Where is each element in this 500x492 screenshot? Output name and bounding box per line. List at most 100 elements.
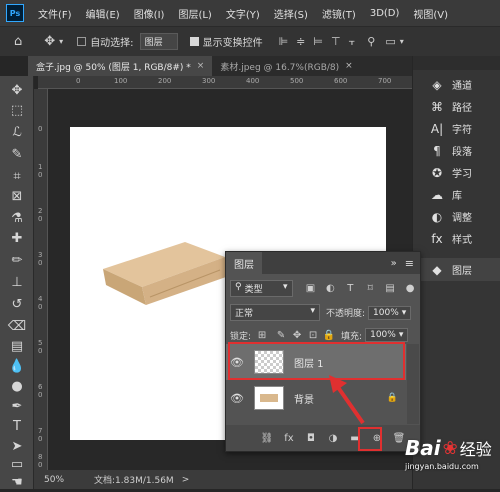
type-filter-icon[interactable]: T [340, 283, 360, 294]
align-top-icon[interactable]: ⊤ [331, 35, 341, 48]
menu-3d[interactable]: 3D(D) [370, 8, 400, 19]
blur-tool-icon[interactable]: 💧 [5, 356, 29, 376]
lock-artboard-icon[interactable]: ⊡ [305, 330, 321, 341]
auto-select-dropdown[interactable]: 图层 [139, 33, 178, 50]
panel-item-styles[interactable]: fx 样式 [413, 227, 500, 250]
menu-image[interactable]: 图像(I) [134, 6, 165, 21]
ruler-label: 700 [378, 77, 392, 85]
align-middle-icon[interactable]: ⫟ [349, 35, 356, 49]
menu-layer[interactable]: 图层(L) [178, 6, 211, 21]
menu-type[interactable]: 文字(Y) [226, 6, 260, 21]
brush-tool-icon[interactable]: ✏ [5, 250, 29, 270]
align-left-icon[interactable]: ⊫ [279, 35, 289, 48]
menu-filter[interactable]: 滤镜(T) [322, 6, 356, 21]
gradient-tool-icon[interactable]: ▤ [5, 336, 29, 356]
shape-tool-icon[interactable]: ▭ [5, 454, 29, 474]
lock-pixels-icon[interactable]: ✎ [273, 330, 289, 341]
panel-item-learn[interactable]: ✪ 学习 [413, 161, 500, 184]
close-icon[interactable]: × [345, 61, 353, 71]
tab-layers[interactable]: 图层 [226, 252, 262, 274]
panel-item-layers[interactable]: ◆ 图层 [413, 258, 500, 281]
eraser-tool-icon[interactable]: ⌫ [5, 316, 29, 336]
tab-box-jpg[interactable]: 盒子.jpg @ 50% (图层 1, RGB/8#) * × [28, 56, 213, 76]
panel-item-label: 样式 [452, 235, 472, 246]
frame-tool-icon[interactable]: ⊠ [5, 186, 29, 206]
move-tool-icon[interactable]: ✥ [5, 80, 29, 100]
adjustment-icon[interactable]: ◑ [322, 433, 344, 444]
align-center-icon[interactable]: ≑ [296, 35, 305, 48]
layers-icon: ◆ [432, 262, 442, 277]
lock-label: 锁定: [230, 331, 252, 342]
fill-field[interactable]: 100% ▾ [365, 328, 409, 342]
move-tool-icon[interactable]: ✥ [44, 34, 55, 49]
horizontal-ruler: 0 100 200 300 400 500 600 700 [38, 76, 412, 89]
dodge-tool-icon[interactable]: ● [5, 376, 29, 396]
panel-item-paths[interactable]: ⌘ 路径 [413, 95, 500, 118]
workspace-icon[interactable]: ▭ [385, 35, 395, 48]
lasso-tool-icon[interactable]: ℒ [5, 122, 29, 142]
smart-object-filter-icon[interactable]: ▤ [380, 283, 400, 294]
menu-edit[interactable]: 编辑(E) [86, 6, 120, 21]
menu-view[interactable]: 视图(V) [413, 6, 448, 21]
panel-collapse-bar[interactable] [413, 56, 500, 70]
kind-filter-dropdown[interactable]: ⚲ 类型 ▾ [230, 280, 293, 297]
history-brush-icon[interactable]: ↺ [5, 294, 29, 314]
panel-item-channels[interactable]: ◈ 通道 [413, 73, 500, 96]
home-icon[interactable]: ⌂ [14, 34, 22, 49]
layer-name[interactable]: 背景 [294, 391, 314, 406]
eyedropper-tool-icon[interactable]: ⚗ [5, 208, 29, 228]
tab-material-jpeg[interactable]: 素材.jpeg @ 16.7%(RGB/8) × [212, 56, 361, 76]
ruler-label: 0 [38, 125, 43, 133]
auto-select-checkbox[interactable]: 自动选择: [77, 34, 134, 49]
lock-transparent-icon[interactable]: ⊞ [251, 330, 273, 341]
show-transform-checkbox[interactable]: 显示变换控件 [189, 34, 263, 49]
visibility-eye-icon[interactable]: 👁 [226, 392, 248, 405]
right-panel-dock: ◈ 通道 ⌘ 路径 A| 字符 ¶ 段落 ✪ 学习 ☁ 库 ◐ 调整 fx 样式 ◆ 图层 [412, 56, 500, 489]
ruler-label: 5 [38, 339, 43, 347]
kind-filter-label: 类型 [244, 285, 263, 295]
menu-file[interactable]: 文件(F) [38, 6, 72, 21]
menu-select[interactable]: 选择(S) [274, 6, 308, 21]
opacity-value: 100% [373, 307, 399, 318]
crop-tool-icon[interactable]: ⌗ [5, 166, 29, 186]
shape-filter-icon[interactable]: ⌑ [360, 283, 380, 294]
workspace-chevron-icon[interactable]: ▾ [400, 37, 404, 46]
panel-menu-icon[interactable]: ≡ [405, 257, 414, 270]
panel-item-paragraph[interactable]: ¶ 段落 [413, 139, 500, 162]
blend-mode-dropdown[interactable]: 正常 ▾ [230, 304, 320, 321]
lock-position-icon[interactable]: ✥ [289, 330, 305, 341]
stamp-tool-icon[interactable]: ⊥ [5, 272, 29, 292]
healing-brush-icon[interactable]: ✚ [5, 228, 29, 248]
link-icon[interactable]: ⛓ [256, 433, 278, 444]
annotation-arrow [329, 375, 365, 425]
search-icon[interactable]: ⚲ [367, 35, 375, 48]
panel-item-character[interactable]: A| 字符 [413, 117, 500, 140]
status-menu-arrow[interactable]: > [182, 475, 190, 485]
lock-all-icon[interactable]: 🔒 [321, 330, 337, 341]
chevron-down-icon: ▾ [310, 306, 315, 316]
filter-toggle-icon[interactable]: ● [400, 283, 420, 294]
panel-item-adjustments[interactable]: ◐ 调整 [413, 205, 500, 228]
close-icon[interactable]: × [197, 61, 205, 71]
type-tool-icon[interactable]: T [5, 416, 29, 436]
layers-scrollbar[interactable] [407, 344, 419, 424]
hand-tool-icon[interactable]: ☚ [5, 472, 29, 492]
fx-icon[interactable]: fx [278, 433, 300, 444]
chevron-down-icon[interactable]: ▾ [59, 37, 63, 46]
adjustment-filter-icon[interactable]: ◐ [320, 283, 340, 294]
align-right-icon[interactable]: ⊨ [313, 35, 323, 48]
panel-item-label: 路径 [452, 103, 472, 114]
path-select-icon[interactable]: ➤ [5, 436, 29, 456]
layer-row-background[interactable]: 👁 背景 🔒 [226, 380, 406, 416]
panel-item-libraries[interactable]: ☁ 库 [413, 183, 500, 206]
quick-select-tool-icon[interactable]: ✎ [5, 144, 29, 164]
mask-icon[interactable]: ◘ [300, 433, 322, 444]
opacity-field[interactable]: 100% ▾ [368, 305, 412, 320]
zoom-level[interactable]: 50% [44, 475, 64, 485]
pen-tool-icon[interactable]: ✒ [5, 396, 29, 416]
lock-icon: 🔒 [386, 393, 398, 403]
pixel-filter-icon[interactable]: ▣ [301, 283, 321, 294]
expand-icon[interactable]: » [391, 258, 397, 269]
marquee-tool-icon[interactable]: ⬚ [5, 100, 29, 120]
photoshop-logo-icon: Ps [6, 4, 24, 22]
